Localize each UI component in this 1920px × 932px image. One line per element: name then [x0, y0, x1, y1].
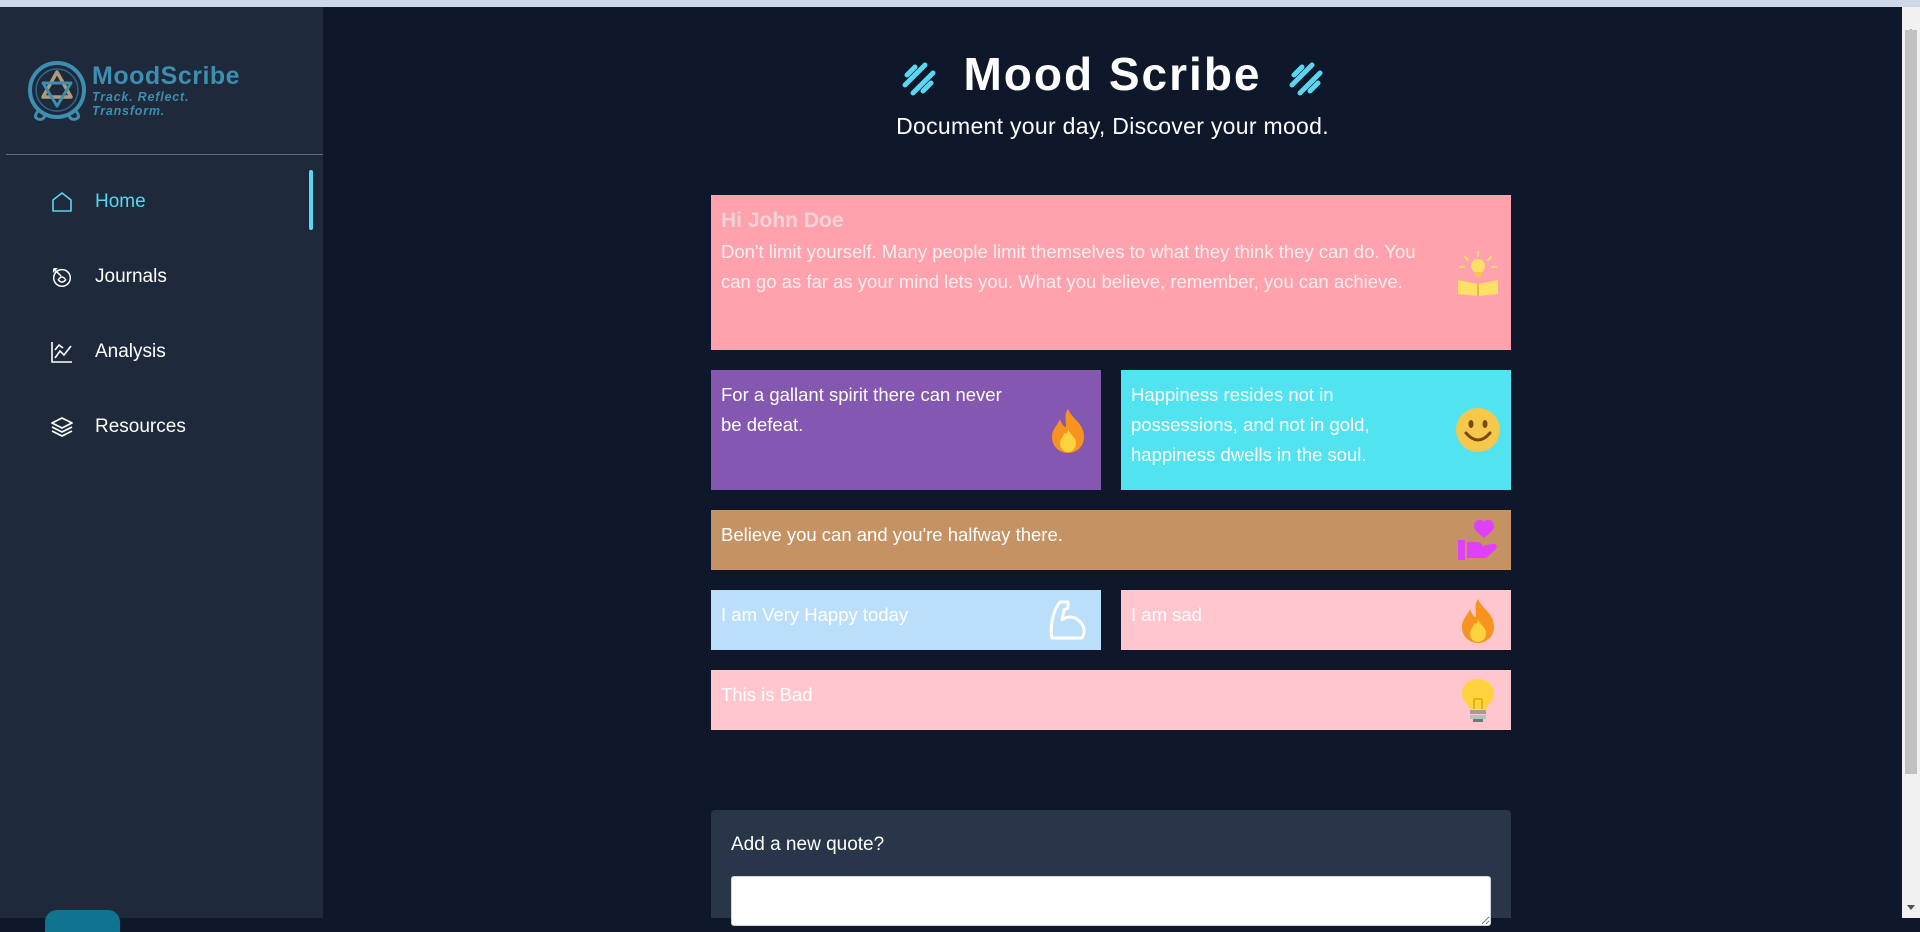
- app-logo[interactable]: MoodScribe Track. Reflect. Transform.: [26, 55, 266, 125]
- flexed-arm-icon: [1045, 597, 1091, 643]
- sidebar-divider: [6, 154, 323, 155]
- sidebar: MoodScribe Track. Reflect. Transform. Ho…: [0, 7, 323, 932]
- book-lightbulb-icon: [1455, 250, 1501, 296]
- sidebar-item-analysis[interactable]: Analysis: [0, 314, 323, 389]
- quote-card: Happiness resides not in possessions, an…: [1121, 370, 1511, 490]
- quote-card: Believe you can and you're halfway there…: [711, 510, 1511, 570]
- sidebar-item-label: Resources: [95, 415, 186, 437]
- chart-icon: [50, 340, 74, 364]
- add-quote-input[interactable]: [731, 876, 1491, 926]
- journal-icon: [50, 265, 74, 289]
- squiggle-icon: [1289, 62, 1323, 96]
- logo-tagline: Track. Reflect. Transform.: [92, 89, 190, 118]
- logo-name: MoodScribe: [92, 61, 241, 90]
- sidebar-item-home[interactable]: Home: [0, 164, 323, 239]
- layers-icon: [50, 415, 74, 439]
- sidebar-item-label: Journals: [95, 265, 167, 287]
- squiggle-icon: [902, 62, 936, 96]
- quote-card: I am Very Happy today: [711, 590, 1101, 650]
- quote-card: I am sad: [1121, 590, 1511, 650]
- quote-text: I am sad: [1131, 604, 1202, 625]
- sidebar-item-label: Analysis: [95, 340, 166, 362]
- moodscribe-logo-icon: [28, 61, 86, 121]
- scroll-down-arrow-icon[interactable]: [1907, 905, 1915, 910]
- quote-card: This is Bad: [711, 670, 1511, 730]
- page-title: Mood Scribe: [963, 48, 1262, 100]
- quote-text: This is Bad: [721, 684, 813, 705]
- active-indicator: [309, 170, 313, 230]
- scrollbar-thumb[interactable]: [1905, 30, 1917, 774]
- sidebar-item-label: Home: [95, 190, 146, 212]
- quote-card: For a gallant spirit there can never be …: [711, 370, 1101, 490]
- greeting-quote: Don't limit yourself. Many people limit …: [721, 241, 1416, 292]
- add-quote-panel: Add a new quote?: [711, 810, 1511, 926]
- fire-icon: [1045, 407, 1091, 453]
- quote-text: I am Very Happy today: [721, 604, 909, 625]
- sidebar-bottom-button[interactable]: [45, 910, 120, 932]
- sidebar-nav: Home Journals Analysis Resources: [0, 164, 323, 464]
- fire-icon: [1455, 597, 1501, 643]
- greeting-card: Hi John Doe Don't limit yourself. Many p…: [711, 195, 1511, 350]
- quote-text: Happiness resides not in possessions, an…: [1131, 384, 1370, 465]
- sidebar-item-journals[interactable]: Journals: [0, 239, 323, 314]
- home-icon: [50, 190, 74, 214]
- browser-top-strip: [0, 0, 1920, 7]
- page-subtitle: Document your day, Discover your mood.: [896, 113, 1329, 139]
- add-quote-label: Add a new quote?: [731, 834, 885, 855]
- smile-icon: [1455, 407, 1501, 453]
- title-row: Mood Scribe: [323, 47, 1902, 101]
- page-scrollbar[interactable]: [1902, 7, 1920, 918]
- greeting-name: Hi John Doe: [721, 209, 844, 232]
- quote-text: Believe you can and you're halfway there…: [721, 524, 1063, 545]
- quote-text: For a gallant spirit there can never be …: [721, 384, 1002, 435]
- lightbulb-icon: [1455, 677, 1501, 723]
- heart-hand-icon: [1455, 517, 1501, 563]
- sidebar-item-resources[interactable]: Resources: [0, 389, 323, 464]
